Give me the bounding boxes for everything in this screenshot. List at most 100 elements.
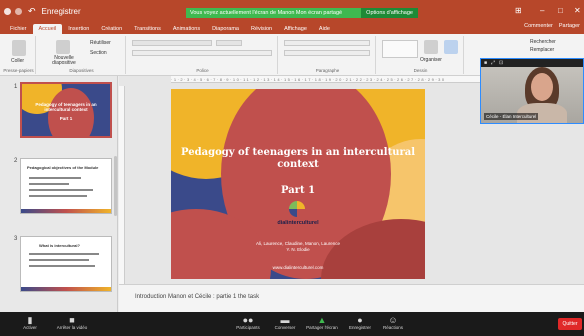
slide-thumbnail-3[interactable]: What is intercultural? [20, 236, 112, 292]
mic-label: Activer [23, 325, 37, 330]
speaker-notes-pane[interactable]: Introduction Manon et Cécile : partie 1 … [119, 284, 584, 312]
participant-name: Cécile - Élan Interculturel [484, 113, 539, 120]
maximize-icon[interactable]: □ [558, 6, 563, 15]
end-meeting-button[interactable]: Quitter [558, 318, 582, 330]
font-size-select[interactable] [216, 40, 242, 46]
slide-thumbnail-2[interactable]: Pedagogical objectives of the Module [20, 158, 112, 214]
tab-insert[interactable]: Insertion [62, 24, 95, 34]
shapes-gallery[interactable] [382, 40, 418, 58]
slide-number: 3 [14, 236, 18, 242]
slide-number: 2 [14, 158, 18, 164]
share-message: Vous voyez actuellement l'écran de Manon… [190, 10, 343, 16]
slides-group: Nouvelle diapositive Réutiliser Section … [38, 36, 126, 74]
chat-button[interactable]: ▬ Converser [270, 315, 300, 330]
record-label: Enregistrer [348, 325, 371, 330]
document-title: Enregistrer [41, 6, 81, 16]
thumb-title: What is intercultural? [39, 243, 80, 248]
tab-animations[interactable]: Animations [167, 24, 206, 34]
share-icon: ▲ [317, 315, 327, 325]
meeting-toolbar: ▮ Activer ■ Arrêter la vidéo ●● Particip… [0, 312, 584, 336]
view-options-button[interactable]: Options d'affichage [361, 8, 418, 18]
participants-label: Participants [236, 325, 260, 330]
participant-video[interactable]: ■ ⤢ ⊡ Cécile - Élan Interculturel [480, 58, 584, 124]
reuse-slides-button[interactable]: Réutiliser [90, 40, 111, 46]
save-icon[interactable] [15, 7, 22, 15]
thumbnails-scrollbar[interactable] [114, 156, 117, 216]
horizontal-ruler: ·1·2·3·4·5·6·7·8·9·10·11·12·13·14·15·16·… [171, 76, 521, 83]
expand-icon[interactable]: ⤢ [491, 60, 495, 66]
font-family-select[interactable] [132, 40, 212, 46]
slide-subtitle: Part 1 [280, 185, 316, 196]
clipboard-group: Coller Presse-papiers [2, 36, 36, 74]
participants-button[interactable]: ●● Participants [228, 315, 268, 330]
paragraph-list-buttons[interactable] [284, 40, 370, 46]
pip-icon[interactable]: ⊡ [499, 60, 503, 66]
record-icon: ● [357, 315, 363, 325]
thumb-footer-bar [21, 209, 111, 213]
chat-label: Converser [274, 325, 296, 330]
close-icon[interactable]: ✕ [574, 6, 581, 15]
authors-line: Y. N. Elodie [286, 247, 310, 252]
record-button[interactable]: ● Enregistrer [344, 315, 376, 330]
logo-text: dialinterculturel [277, 220, 319, 226]
slide-thumbnail-1[interactable]: Pedagogy of teenagers in an intercultura… [20, 82, 112, 138]
tab-transitions[interactable]: Transitions [128, 24, 167, 34]
share-button[interactable]: Partager [559, 23, 580, 29]
tab-home[interactable]: Accueil [32, 24, 63, 34]
current-slide[interactable]: Pedagogy of teenagers in an intercultura… [171, 89, 425, 279]
quick-styles-icon[interactable] [444, 40, 458, 54]
paste-button[interactable]: Coller [11, 58, 24, 64]
reactions-icon: ☺ [388, 315, 398, 325]
font-group-label: Police [196, 68, 209, 73]
minimize-icon[interactable]: – [540, 6, 544, 15]
new-slide-icon[interactable] [56, 40, 70, 54]
thumb-text-line [29, 177, 81, 179]
stop-video-icon[interactable]: ■ [484, 60, 487, 66]
tab-help[interactable]: Aide [313, 24, 336, 34]
font-group: Police [128, 36, 278, 74]
autosave-icon[interactable] [4, 7, 11, 15]
reactions-label: Réactions [382, 325, 403, 330]
reactions-button[interactable]: ☺ Réactions [378, 315, 408, 330]
thumb-text-line [29, 183, 69, 185]
paragraph-group-label: Paragraphe [315, 68, 340, 73]
share-label: Partager l'écran [306, 325, 338, 330]
mic-button[interactable]: ▮ Activer [12, 315, 48, 330]
chat-icon: ▬ [280, 315, 290, 325]
thumb-title: Pedagogical objectives of the Module [27, 165, 99, 170]
drawing-group-label: Dessin [413, 68, 428, 73]
new-slide-button[interactable]: Nouvelle diapositive [42, 56, 86, 66]
ribbon-display-icon[interactable]: ⊞ [515, 6, 522, 15]
thumb-title: Pedagogy of teenagers in an intercultura… [35, 102, 97, 112]
speaker-notes-text[interactable]: Introduction Manon et Cécile : partie 1 … [135, 294, 259, 300]
section-button[interactable]: Section [90, 50, 107, 56]
thumb-footer-bar [21, 287, 111, 291]
paste-icon[interactable] [12, 40, 26, 56]
tab-file[interactable]: Fichier [4, 24, 33, 34]
paragraph-align-buttons[interactable] [284, 50, 370, 56]
slide-number: 1 [14, 84, 18, 90]
tab-slideshow[interactable]: Diaporama [206, 24, 245, 34]
tab-design[interactable]: Création [95, 24, 128, 34]
undo-icon[interactable]: ↶ [28, 6, 36, 17]
slide-authors: Ali, Laurence, Claudine, Manon, Laurence… [171, 241, 425, 253]
drawing-group: Organiser Dessin [378, 36, 464, 74]
video-controls: ■ ⤢ ⊡ [481, 59, 583, 67]
find-button[interactable]: Rechercher [530, 39, 556, 45]
vertical-ruler [119, 86, 125, 286]
share-screen-button[interactable]: ▲ Partager l'écran [302, 315, 342, 330]
replace-button[interactable]: Remplacer [530, 47, 554, 53]
comment-button[interactable]: Commenter [524, 23, 553, 29]
mic-icon: ▮ [27, 315, 33, 325]
tab-view[interactable]: Affichage [278, 24, 313, 34]
tab-review[interactable]: Révision [245, 24, 278, 34]
arrange-icon[interactable] [424, 40, 438, 54]
arrange-button[interactable]: Organiser [420, 57, 442, 63]
app-window: { "window": { "title": "Enregistrer", "s… [0, 0, 584, 336]
video-button[interactable]: ■ Arrêter la vidéo [50, 315, 94, 330]
paragraph-group: Paragraphe [280, 36, 376, 74]
thumb-text-line [29, 195, 87, 197]
video-icon: ■ [69, 315, 75, 325]
font-format-buttons[interactable] [132, 50, 272, 56]
thumb-text-line [29, 189, 93, 191]
